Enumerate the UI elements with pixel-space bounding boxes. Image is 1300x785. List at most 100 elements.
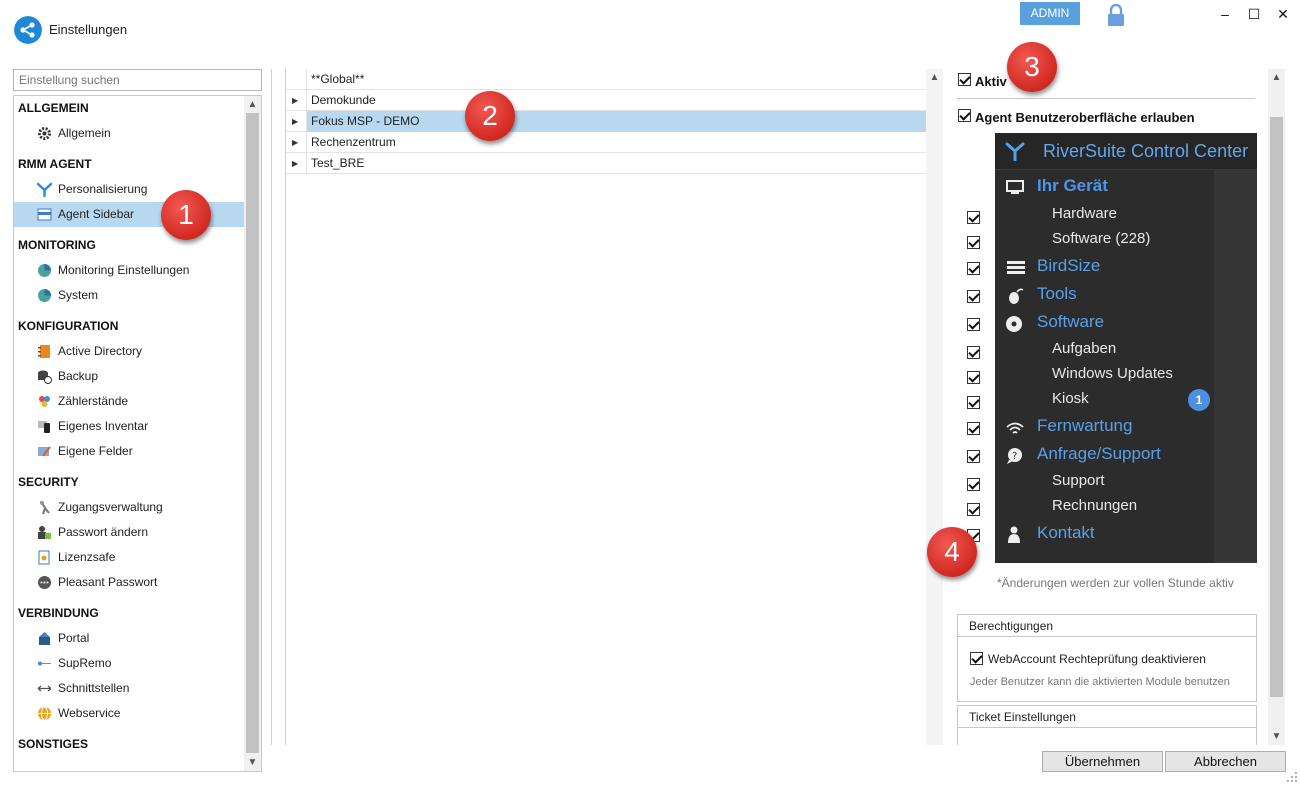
tree-row[interactable]: ▶ Rechenzentrum <box>286 132 926 153</box>
right-scroll-thumb[interactable] <box>1270 117 1283 697</box>
resize-grip-icon[interactable] <box>1286 771 1298 783</box>
nav-item-label: Personalisierung <box>58 182 148 196</box>
nav-item-pleasant-passwort[interactable]: Pleasant Passwort <box>14 570 245 595</box>
mouse-icon <box>1009 288 1024 304</box>
module-checkbox[interactable] <box>967 422 980 435</box>
nav-section-header: SONSTIGES <box>18 737 89 751</box>
module-checkbox[interactable] <box>967 346 980 359</box>
right-scrollbar[interactable]: ▲ ▼ <box>1268 69 1285 745</box>
nav-item-zählerstände[interactable]: Zählerstände <box>14 389 245 414</box>
nav-item-allgemein[interactable]: Allgemein <box>14 121 245 146</box>
tree-scrollbar[interactable]: ▲ <box>926 69 943 745</box>
list-icon <box>1007 261 1025 274</box>
nav-item-label: Allgemein <box>58 126 111 140</box>
scroll-up-icon[interactable]: ▲ <box>244 96 261 113</box>
module-checkbox[interactable] <box>967 236 980 249</box>
access-icon <box>40 500 50 515</box>
close-button[interactable]: ✕ <box>1272 4 1294 24</box>
expand-arrow-icon[interactable]: ▶ <box>292 111 298 132</box>
preview-menu-item: Kontakt <box>1037 523 1095 542</box>
nav-item-zugangsverwaltung[interactable]: Zugangsverwaltung <box>14 495 245 520</box>
settings-nav-list: ALLGEMEIN Allgemein RMM AGENT Personalisier… <box>14 96 245 757</box>
admin-badge[interactable]: ADMIN <box>1020 2 1080 25</box>
nav-item-label: Pleasant Passwort <box>58 575 158 589</box>
nav-scrollbar[interactable]: ▲ ▼ <box>244 96 261 771</box>
expand-arrow-icon[interactable]: ▶ <box>292 153 298 174</box>
module-checkbox[interactable] <box>967 290 980 303</box>
expand-arrow-icon[interactable]: ▶ <box>292 90 298 111</box>
nav-item-backup[interactable]: Backup <box>14 364 245 389</box>
nav-item-eigene-felder[interactable]: Eigene Felder <box>14 439 245 464</box>
preview-menu-item: Aufgaben <box>1052 340 1117 357</box>
panel-splitter[interactable] <box>271 69 272 745</box>
tree-row[interactable]: **Global** <box>286 69 926 90</box>
tree-row[interactable]: ▶ Test_BRE <box>286 153 926 174</box>
module-checkbox[interactable] <box>967 503 980 516</box>
nav-item-label: Portal <box>58 631 90 645</box>
expand-arrow-icon[interactable]: ▶ <box>292 132 298 153</box>
chat-icon: ? <box>1007 448 1022 464</box>
webaccount-checkbox[interactable] <box>970 652 983 665</box>
module-checkbox[interactable] <box>967 211 980 224</box>
agent-ui-checkbox[interactable] <box>958 109 971 122</box>
agent-sidebar-settings: Aktiv Agent Benutzeroberfläche erlauben … <box>950 69 1286 745</box>
portal-icon <box>39 632 50 645</box>
permissions-group: Berechtigungen WebAccount Rechteprüfung … <box>957 614 1257 702</box>
nav-item-schnittstellen[interactable]: Schnittstellen <box>14 676 245 701</box>
permissions-description: Jeder Benutzer kann die aktivierten Modu… <box>970 676 1230 688</box>
minimize-button[interactable]: – <box>1214 4 1236 24</box>
supremo-icon <box>38 661 51 666</box>
backup-icon <box>38 370 52 384</box>
nav-item-supremo[interactable]: SupRemo <box>14 651 245 676</box>
nav-scroll-thumb[interactable] <box>246 113 259 753</box>
ticket-settings-group: Ticket Einstellungen <box>957 705 1257 745</box>
scroll-up-icon[interactable]: ▲ <box>926 69 943 86</box>
monitor-icon <box>1006 180 1024 194</box>
nav-item-portal[interactable]: Portal <box>14 626 245 651</box>
monitoring-icon <box>38 264 51 277</box>
scroll-down-icon[interactable]: ▼ <box>244 754 261 771</box>
module-checkbox[interactable] <box>967 318 980 331</box>
nav-item-personalisierung[interactable]: Personalisierung <box>14 177 245 202</box>
scroll-up-icon[interactable]: ▲ <box>1268 69 1285 86</box>
nav-item-lizenzsafe[interactable]: Lizenzsafe <box>14 545 245 570</box>
settings-search-input[interactable] <box>13 69 262 91</box>
callout-1: 1 <box>161 190 211 240</box>
nav-item-label: Backup <box>58 369 99 383</box>
sidebar-icon <box>37 208 52 221</box>
callout-2: 2 <box>465 91 515 141</box>
nav-item-label: System <box>58 288 99 302</box>
nav-item-active-directory[interactable]: Active Directory <box>14 339 245 364</box>
module-checkbox[interactable] <box>967 371 980 384</box>
tree-row[interactable]: ▶ Fokus MSP - DEMO <box>286 111 926 132</box>
module-checkbox[interactable] <box>967 262 980 275</box>
nav-item-eigenes-inventar[interactable]: Eigenes Inventar <box>14 414 245 439</box>
maximize-button[interactable]: ☐ <box>1243 4 1265 24</box>
lock-icon[interactable] <box>1106 4 1126 26</box>
cancel-button[interactable]: Abbrechen <box>1165 751 1286 772</box>
person-icon <box>1008 526 1020 543</box>
system-icon <box>38 289 51 302</box>
webaccount-check-label: WebAccount Rechteprüfung deaktivieren <box>988 652 1206 666</box>
svg-text:?: ? <box>1012 451 1017 462</box>
apply-button[interactable]: Übernehmen <box>1042 751 1163 772</box>
nav-item-passwort-ändern[interactable]: Passwort ändern <box>14 520 245 545</box>
callout-4: 4 <box>927 527 977 577</box>
preview-menu-item: Ihr Gerät <box>1037 176 1108 195</box>
aktiv-checkbox[interactable] <box>958 73 971 86</box>
preview-menu-item: Rechnungen <box>1052 497 1138 514</box>
preview-menu-item: Fernwartung <box>1037 416 1133 435</box>
module-checkbox[interactable] <box>967 450 980 463</box>
nav-item-webservice[interactable]: Webservice <box>14 701 245 726</box>
tree-row-label: **Global** <box>306 69 926 90</box>
agent-sidebar-preview: RiverSuite Control Center Ihr Gerät Hardw… <box>995 133 1257 563</box>
globe-icon <box>38 706 51 721</box>
nav-item-system[interactable]: System <box>14 283 245 308</box>
scroll-down-icon[interactable]: ▼ <box>1268 728 1285 745</box>
module-checkbox[interactable] <box>967 396 980 409</box>
module-checkbox[interactable] <box>967 478 980 491</box>
preview-menu-item: Hardware <box>1052 205 1118 222</box>
tree-row[interactable]: ▶ Demokunde <box>286 90 926 111</box>
fields-icon <box>38 446 51 457</box>
nav-item-monitoring-einstellungen[interactable]: Monitoring Einstellungen <box>14 258 245 283</box>
